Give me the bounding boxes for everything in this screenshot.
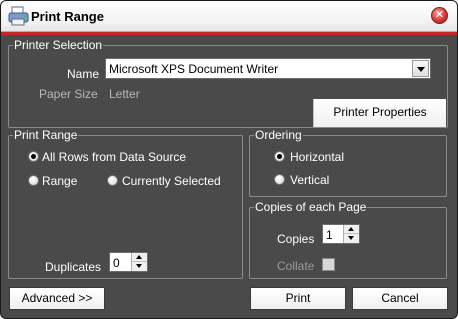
all-rows-label[interactable]: All Rows from Data Source xyxy=(42,150,186,164)
printer-selection-legend: Printer Selection xyxy=(14,38,103,52)
dialog-title: Print Range xyxy=(31,9,104,24)
printer-properties-button[interactable]: Printer Properties xyxy=(313,99,446,127)
duplicates-stepper[interactable]: 0 xyxy=(109,252,148,272)
print-button[interactable]: Print xyxy=(250,287,346,310)
copies-stepper[interactable]: 1 xyxy=(322,224,360,244)
printer-name-value: Microsoft XPS Document Writer xyxy=(109,62,279,76)
spin-up-icon[interactable] xyxy=(344,225,359,234)
horizontal-radio[interactable] xyxy=(274,151,285,162)
spin-down-icon[interactable] xyxy=(344,234,359,243)
chevron-down-icon[interactable] xyxy=(412,60,429,77)
currently-selected-radio[interactable] xyxy=(107,175,118,186)
all-rows-radio[interactable] xyxy=(28,151,39,162)
advanced-label: Advanced >> xyxy=(21,291,93,305)
spin-down-icon[interactable] xyxy=(132,262,147,271)
collate-label: Collate xyxy=(277,259,315,273)
print-label: Print xyxy=(285,291,311,305)
collate-checkbox[interactable] xyxy=(322,258,335,271)
copies-spin-buttons xyxy=(343,225,359,243)
title-accent-line xyxy=(1,32,457,35)
printer-properties-label: Printer Properties xyxy=(333,105,427,119)
close-button[interactable]: ✕ xyxy=(431,7,448,24)
printer-app-icon xyxy=(8,6,29,26)
vertical-label[interactable]: Vertical xyxy=(290,173,329,187)
ordering-legend: Ordering xyxy=(255,128,302,142)
spin-up-icon[interactable] xyxy=(132,253,147,262)
paper-size-value: Letter xyxy=(109,87,140,101)
horizontal-label[interactable]: Horizontal xyxy=(290,150,344,164)
copies-label: Copies xyxy=(277,232,315,246)
printer-name-select[interactable]: Microsoft XPS Document Writer xyxy=(105,58,431,79)
print-range-legend: Print Range xyxy=(14,128,78,142)
duplicates-value: 0 xyxy=(113,256,120,270)
duplicates-label: Duplicates xyxy=(45,260,102,274)
close-icon: ✕ xyxy=(434,9,445,21)
cancel-button[interactable]: Cancel xyxy=(352,287,448,310)
print-range-dialog: Print Range ✕ Printer Selection Name Mic… xyxy=(0,0,458,319)
cancel-label: Cancel xyxy=(381,291,419,305)
title-bar: Print Range ✕ xyxy=(1,1,457,32)
copies-value: 1 xyxy=(326,228,333,242)
ordering-group: Ordering xyxy=(249,129,447,197)
paper-size-label: Paper Size xyxy=(39,87,98,101)
vertical-radio[interactable] xyxy=(274,174,285,185)
duplicates-spin-buttons xyxy=(131,253,147,271)
range-label[interactable]: Range xyxy=(42,174,77,188)
range-radio[interactable] xyxy=(28,175,39,186)
copies-legend: Copies of each Page xyxy=(255,200,367,214)
printer-name-label: Name xyxy=(67,67,100,81)
advanced-button[interactable]: Advanced >> xyxy=(9,287,105,310)
currently-selected-label[interactable]: Currently Selected xyxy=(122,174,221,188)
